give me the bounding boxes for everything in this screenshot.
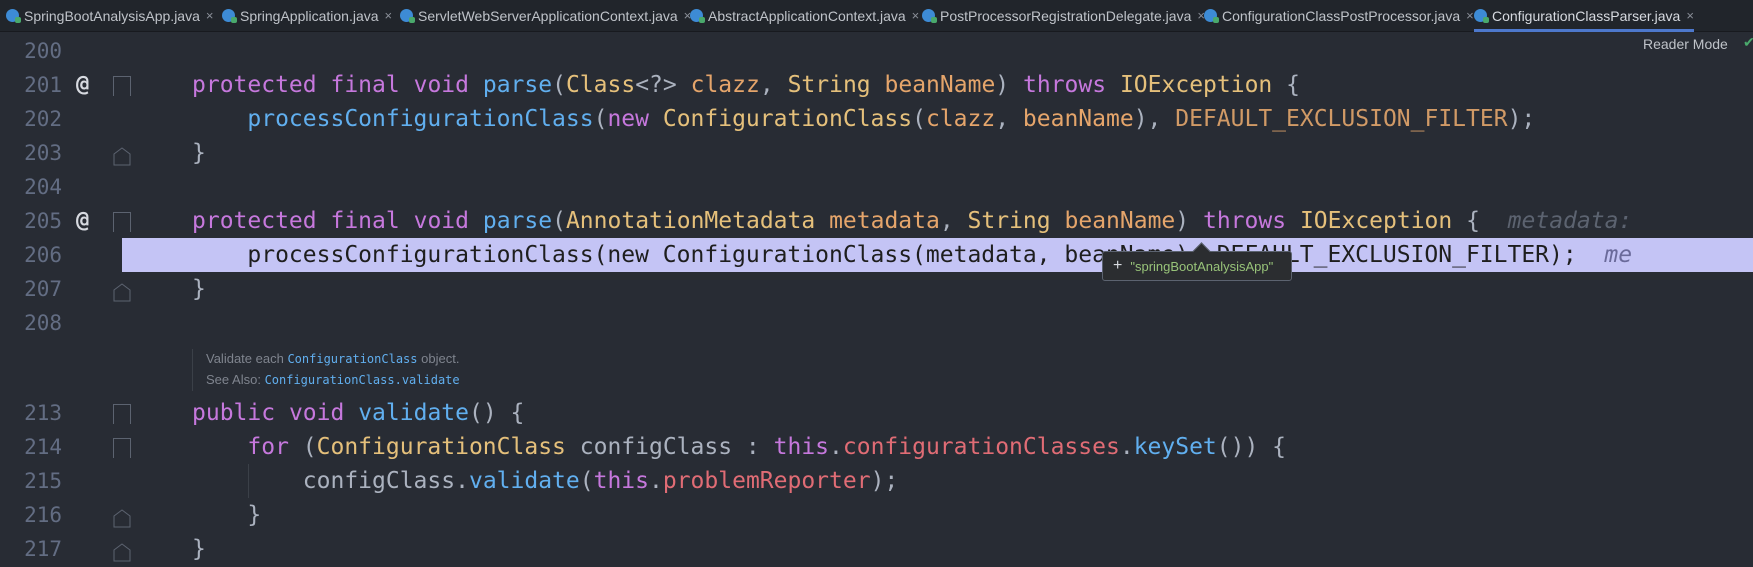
close-icon[interactable]: × (385, 8, 393, 23)
tab-postprocessorregistrationdelegate[interactable]: PostProcessorRegistrationDelegate.java × (922, 0, 1205, 31)
line-number: 205 (24, 209, 62, 233)
code-line: 208 (0, 306, 1753, 340)
fold-end-icon[interactable] (113, 146, 131, 166)
fold-end-icon[interactable] (113, 282, 131, 302)
highlighted-code-line: 206 processConfigurationClass(new Config… (0, 238, 1753, 272)
line-number: 217 (24, 537, 62, 561)
tab-label: PostProcessorRegistrationDelegate.java (940, 7, 1192, 24)
tab-abstractapplicationcontext[interactable]: AbstractApplicationContext.java × (690, 0, 919, 31)
close-icon[interactable]: × (1686, 8, 1694, 23)
line-number: 206 (24, 243, 62, 267)
tab-configurationclassparser[interactable]: ConfigurationClassParser.java × (1474, 0, 1694, 32)
code-text: } (192, 536, 206, 562)
tab-springapplication[interactable]: SpringApplication.java × (222, 0, 392, 31)
code-line: 203 } (0, 136, 1753, 170)
expand-icon[interactable]: + (1113, 257, 1122, 275)
javadoc-summary: Validate each ConfigurationClass object. (206, 351, 460, 366)
code-text: } (192, 276, 206, 302)
line-number: 201 (24, 73, 62, 97)
class-icon (6, 9, 21, 23)
javadoc-see-also: See Also: ConfigurationClass.validate (206, 372, 460, 387)
fold-icon[interactable] (113, 212, 131, 232)
fold-end-icon[interactable] (113, 508, 131, 528)
code-text: protected final void parse(Class<?> claz… (192, 72, 1300, 98)
class-icon (222, 9, 237, 23)
class-icon (922, 9, 937, 23)
code-text: processConfigurationClass(new Configurat… (247, 106, 1536, 132)
tab-label: AbstractApplicationContext.java (708, 7, 906, 24)
tab-label: ConfigurationClassParser.java (1492, 7, 1681, 24)
code-text: configClass.validate(this.problemReporte… (302, 468, 899, 494)
line-number: 208 (24, 311, 62, 335)
tab-label: SpringApplication.java (240, 7, 379, 24)
code-text: processConfigurationClass(new Configurat… (247, 242, 1633, 268)
code-line: 205 @ protected final void parse(Annotat… (0, 204, 1753, 238)
fold-end-icon[interactable] (113, 542, 131, 562)
code-line: 201 @ protected final void parse(Class<?… (0, 68, 1753, 102)
class-icon (400, 9, 415, 23)
code-line: 214 for (ConfigurationClass configClass … (0, 430, 1753, 464)
editor-tab-bar: SpringBootAnalysisApp.java × SpringAppli… (0, 0, 1753, 32)
class-icon (1474, 9, 1489, 23)
override-gutter-icon[interactable]: @ (76, 204, 89, 238)
tooltip-value: "springBootAnalysisApp" (1130, 258, 1274, 274)
close-icon[interactable]: × (912, 8, 920, 23)
code-line: 216 } (0, 498, 1753, 532)
line-number: 200 (24, 39, 62, 63)
line-number: 216 (24, 503, 62, 527)
tab-configurationclasspostprocessor[interactable]: ConfigurationClassPostProcessor.java × (1204, 0, 1474, 31)
close-icon[interactable]: × (1466, 8, 1474, 23)
tab-servletwebserverapplicationcontext[interactable]: ServletWebServerApplicationContext.java … (400, 0, 691, 31)
code-text: protected final void parse(AnnotationMet… (192, 208, 1633, 234)
line-number: 203 (24, 141, 62, 165)
code-editor[interactable]: 200 201 @ protected final void parse(Cla… (0, 32, 1753, 562)
line-number: 213 (24, 401, 62, 425)
code-line: 213 public void validate() { (0, 396, 1753, 430)
tab-label: ConfigurationClassPostProcessor.java (1222, 7, 1461, 24)
fold-icon[interactable] (113, 438, 131, 458)
class-icon (1204, 9, 1219, 23)
code-line: 202 processConfigurationClass(new Config… (0, 102, 1753, 136)
tab-label: ServletWebServerApplicationContext.java (418, 7, 678, 24)
close-icon[interactable]: × (206, 8, 214, 23)
line-number: 202 (24, 107, 62, 131)
debug-value-tooltip[interactable]: + "springBootAnalysisApp" (1102, 251, 1292, 281)
code-line: 215 configClass.validate(this.problemRep… (0, 464, 1753, 498)
class-icon (690, 9, 705, 23)
line-number: 204 (24, 175, 62, 199)
tab-label: SpringBootAnalysisApp.java (24, 7, 200, 24)
javadoc-link[interactable]: ConfigurationClass.validate (265, 373, 460, 387)
code-line: 204 (0, 170, 1753, 204)
javadoc-link[interactable]: ConfigurationClass (287, 352, 417, 366)
code-text: public void validate() { (192, 400, 525, 426)
code-line: 207 } (0, 272, 1753, 306)
code-line: 217 } (0, 532, 1753, 566)
line-number: 214 (24, 435, 62, 459)
fold-icon[interactable] (113, 76, 131, 96)
line-number: 215 (24, 469, 62, 493)
code-text: for (ConfigurationClass configClass : th… (247, 434, 1287, 460)
line-number: 207 (24, 277, 62, 301)
fold-icon[interactable] (113, 404, 131, 424)
code-line: 200 (0, 34, 1753, 68)
code-text: } (192, 502, 262, 528)
code-text: } (192, 140, 206, 166)
override-gutter-icon[interactable]: @ (76, 68, 89, 102)
javadoc-block (192, 349, 207, 391)
tab-springbootanalysisapp[interactable]: SpringBootAnalysisApp.java × (6, 0, 213, 31)
